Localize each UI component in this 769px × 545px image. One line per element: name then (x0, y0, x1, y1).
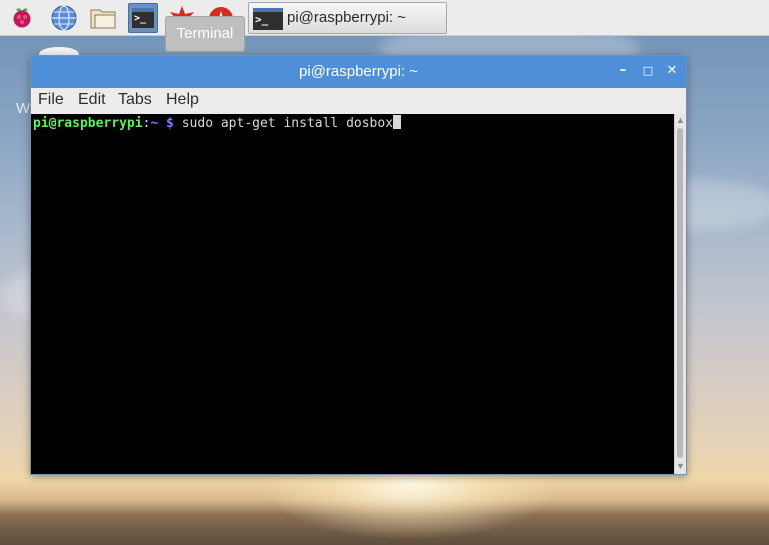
folder-icon[interactable] (88, 3, 118, 33)
minimize-button[interactable]: – (615, 62, 631, 80)
task-button-label: pi@raspberrypi: ~ (287, 9, 407, 26)
scroll-up-icon[interactable]: ▲ (675, 114, 686, 126)
menu-bar: File Edit Tabs Help (31, 88, 686, 114)
terminal-icon: >_ (132, 8, 154, 28)
window-titlebar[interactable]: pi@raspberrypi: ~ – □ ✕ (31, 56, 686, 88)
taskbar: >_ >_ pi@raspberrypi: ~ (0, 0, 769, 36)
prompt-line: pi@raspberrypi:~ $ sudo apt-get install … (33, 115, 402, 131)
window-title: pi@raspberrypi: ~ (298, 63, 419, 80)
desktop-icon-label: W (16, 100, 31, 117)
terminal-tooltip: Terminal (165, 16, 245, 52)
close-button[interactable]: ✕ (664, 62, 680, 80)
globe-icon[interactable] (49, 3, 79, 33)
scroll-thumb[interactable] (677, 128, 683, 458)
terminal-task-button[interactable]: >_ pi@raspberrypi: ~ (248, 2, 447, 34)
raspberry-menu-icon[interactable] (7, 3, 37, 33)
menu-file[interactable]: File (38, 91, 64, 109)
terminal-window: pi@raspberrypi: ~ – □ ✕ File Edit Tabs H… (30, 55, 687, 475)
terminal-output[interactable]: pi@raspberrypi:~ $ sudo apt-get install … (31, 114, 674, 474)
text-cursor (393, 115, 402, 129)
terminal-launcher-icon[interactable]: >_ (128, 3, 158, 33)
menu-tabs[interactable]: Tabs (118, 91, 152, 109)
terminal-icon: >_ (253, 8, 283, 30)
maximize-button[interactable]: □ (640, 62, 656, 80)
scroll-down-icon[interactable]: ▼ (675, 460, 686, 472)
menu-help[interactable]: Help (166, 91, 199, 109)
prompt-path: ~ $ (150, 116, 174, 131)
menu-edit[interactable]: Edit (78, 91, 106, 109)
typed-command: sudo apt-get install dosbox (173, 116, 394, 131)
prompt-user-host: pi@raspberrypi (33, 116, 143, 131)
vertical-scrollbar[interactable]: ▲ ▼ (674, 114, 686, 474)
